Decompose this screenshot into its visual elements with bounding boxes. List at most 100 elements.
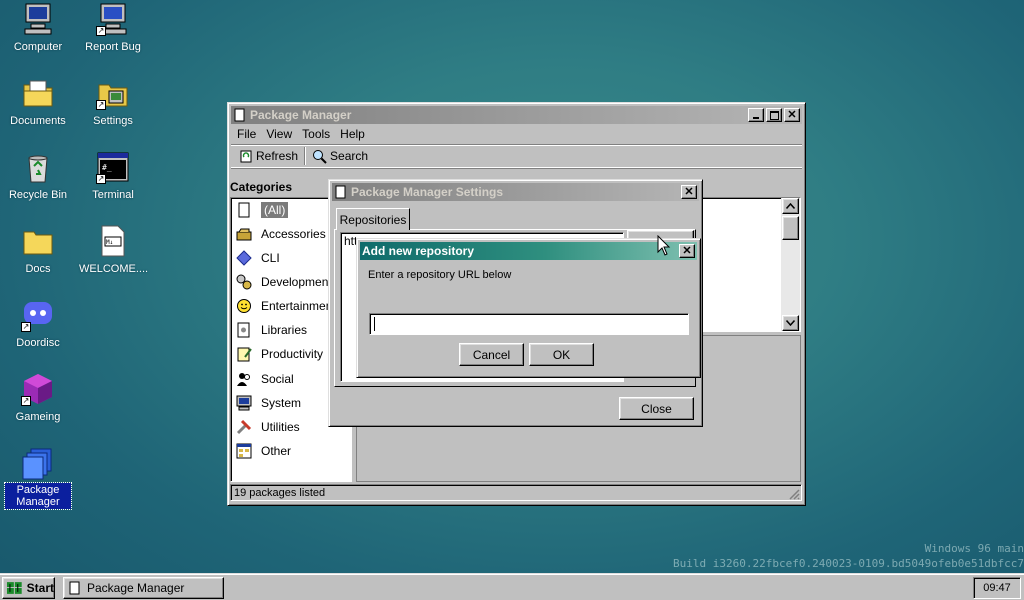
menu-tools[interactable]: Tools — [298, 127, 336, 141]
clock-text: 09:47 — [983, 582, 1011, 594]
close-label: Close — [641, 401, 672, 416]
desktop-icon-label: Recycle Bin — [8, 189, 68, 201]
add-repository-close-button[interactable]: ✕ — [679, 244, 695, 258]
settings-close-dialog-button[interactable]: Close — [619, 397, 694, 420]
cube-icon: ↗ — [21, 372, 55, 406]
start-label: Start — [26, 581, 54, 595]
repositories-tab[interactable]: Repositories — [336, 208, 410, 230]
shortcut-arrow-icon: ↗ — [21, 396, 31, 406]
categories-heading: Categories — [230, 180, 293, 194]
documents-folder-icon — [21, 76, 55, 110]
repository-url-input[interactable] — [369, 313, 689, 335]
doordisc-icon: ↗ — [21, 298, 55, 332]
taskbar: Start Package Manager 09:47 — [0, 573, 1024, 600]
package-icon — [235, 201, 253, 219]
build-watermark-line2: Build i3260.22fbcef0.240023-0109.bd5049o… — [673, 557, 1024, 570]
category-item-other[interactable]: Other — [231, 440, 351, 462]
build-watermark-line1: Windows 96 main — [924, 542, 1024, 555]
diamond-icon — [235, 249, 253, 267]
desktop-icon-label: Computer — [13, 41, 63, 53]
task-label: Package Manager — [87, 581, 185, 595]
chevron-down-icon — [786, 320, 795, 326]
desktop-icon-documents[interactable]: Documents — [2, 76, 74, 128]
menu-view[interactable]: View — [262, 127, 298, 141]
desktop-icon-recycle-bin[interactable]: Recycle Bin — [2, 150, 74, 202]
library-file-icon — [235, 321, 253, 339]
monitor-icon — [235, 394, 253, 412]
package-icon — [335, 185, 346, 199]
folder-icon — [21, 224, 55, 258]
packages-scrollbar[interactable] — [781, 198, 800, 331]
desktop-icon-gameing[interactable]: ↗ Gameing — [2, 372, 74, 424]
desktop-icon-label: Gameing — [15, 411, 61, 423]
menu-file[interactable]: File — [233, 127, 262, 141]
refresh-button[interactable]: Refresh — [235, 146, 302, 166]
smiley-icon — [235, 297, 253, 315]
refresh-icon — [240, 150, 252, 163]
desktop-icon-doordisc[interactable]: ↗ Doordisc — [2, 298, 74, 350]
desktop-icon-docs[interactable]: Docs — [2, 224, 74, 276]
add-repository-titlebar[interactable]: Add new repository ✕ — [360, 242, 697, 260]
ok-label: OK — [552, 347, 571, 362]
package-icon — [234, 108, 245, 122]
report-bug-icon: ↗ — [96, 2, 130, 36]
status-bar: 19 packages listed — [230, 484, 802, 501]
desktop-icon-label: Documents — [10, 115, 66, 127]
scroll-up-button[interactable] — [782, 198, 799, 214]
close-button[interactable]: ✕ — [784, 108, 800, 122]
desktop-icon-computer[interactable]: Computer — [2, 2, 74, 54]
package-manager-titlebar[interactable]: Package Manager ✕ — [231, 106, 802, 124]
settings-titlebar[interactable]: Package Manager Settings ✕ — [332, 183, 699, 201]
desktop-icon-label: Docs — [25, 263, 51, 275]
category-label: (All) — [261, 202, 289, 218]
text-cursor — [374, 317, 375, 331]
refresh-label: Refresh — [256, 149, 299, 163]
category-label: Other — [261, 444, 292, 458]
settings-close-button[interactable]: ✕ — [681, 185, 697, 199]
ok-button[interactable]: OK — [529, 343, 594, 366]
settings-title: Package Manager Settings — [351, 185, 504, 199]
desktop-icon-terminal[interactable]: #_ ↗ Terminal — [77, 150, 149, 202]
start-logo-icon — [6, 582, 22, 594]
desktop-icon-welcome[interactable]: M↓ WELCOME.... — [77, 224, 149, 276]
tools-icon — [235, 418, 253, 436]
search-button[interactable]: Search — [308, 146, 372, 166]
desktop-icon-label: Package Manager — [4, 482, 72, 510]
menu-help[interactable]: Help — [336, 127, 371, 141]
markdown-file-icon: M↓ — [96, 224, 130, 258]
window-title: Package Manager — [250, 108, 352, 122]
notepad-icon — [235, 345, 253, 363]
close-icon: ✕ — [682, 244, 692, 257]
desktop-icon-report-bug[interactable]: ↗ Report Bug — [77, 2, 149, 54]
package-manager-icon — [21, 446, 55, 480]
category-label: Libraries — [261, 323, 308, 337]
close-icon: ✕ — [684, 185, 694, 198]
maximize-button[interactable] — [766, 108, 782, 122]
taskbar-package-manager-button[interactable]: Package Manager — [63, 577, 224, 599]
category-label: Productivity — [261, 347, 324, 361]
category-label: Accessories — [261, 227, 326, 241]
scroll-thumb[interactable] — [782, 216, 799, 240]
search-icon — [313, 149, 327, 164]
scroll-down-button[interactable] — [782, 315, 799, 331]
desktop-icon-label: Settings — [93, 115, 133, 127]
svg-text:#_: #_ — [102, 163, 112, 172]
category-label: Utilities — [261, 420, 300, 434]
close-icon: ✕ — [787, 108, 797, 121]
desktop-icon-package-manager[interactable]: Package Manager — [2, 446, 74, 510]
resize-grip-icon[interactable] — [788, 488, 800, 500]
tab-label: Repositories — [339, 212, 407, 227]
category-label: CLI — [261, 251, 280, 265]
start-button[interactable]: Start — [2, 577, 55, 599]
desktop-icon-label: Doordisc — [16, 337, 60, 349]
people-icon — [235, 370, 253, 388]
terminal-icon: #_ ↗ — [96, 150, 130, 184]
minimize-button[interactable] — [748, 108, 764, 122]
category-label: Social — [261, 372, 294, 386]
desktop-icon-label: Report Bug — [85, 41, 141, 53]
desktop-icon-settings[interactable]: ↗ Settings — [77, 76, 149, 128]
computer-icon — [21, 2, 55, 36]
cancel-button[interactable]: Cancel — [459, 343, 524, 366]
svg-text:M↓: M↓ — [106, 239, 113, 246]
gears-icon — [235, 273, 253, 291]
